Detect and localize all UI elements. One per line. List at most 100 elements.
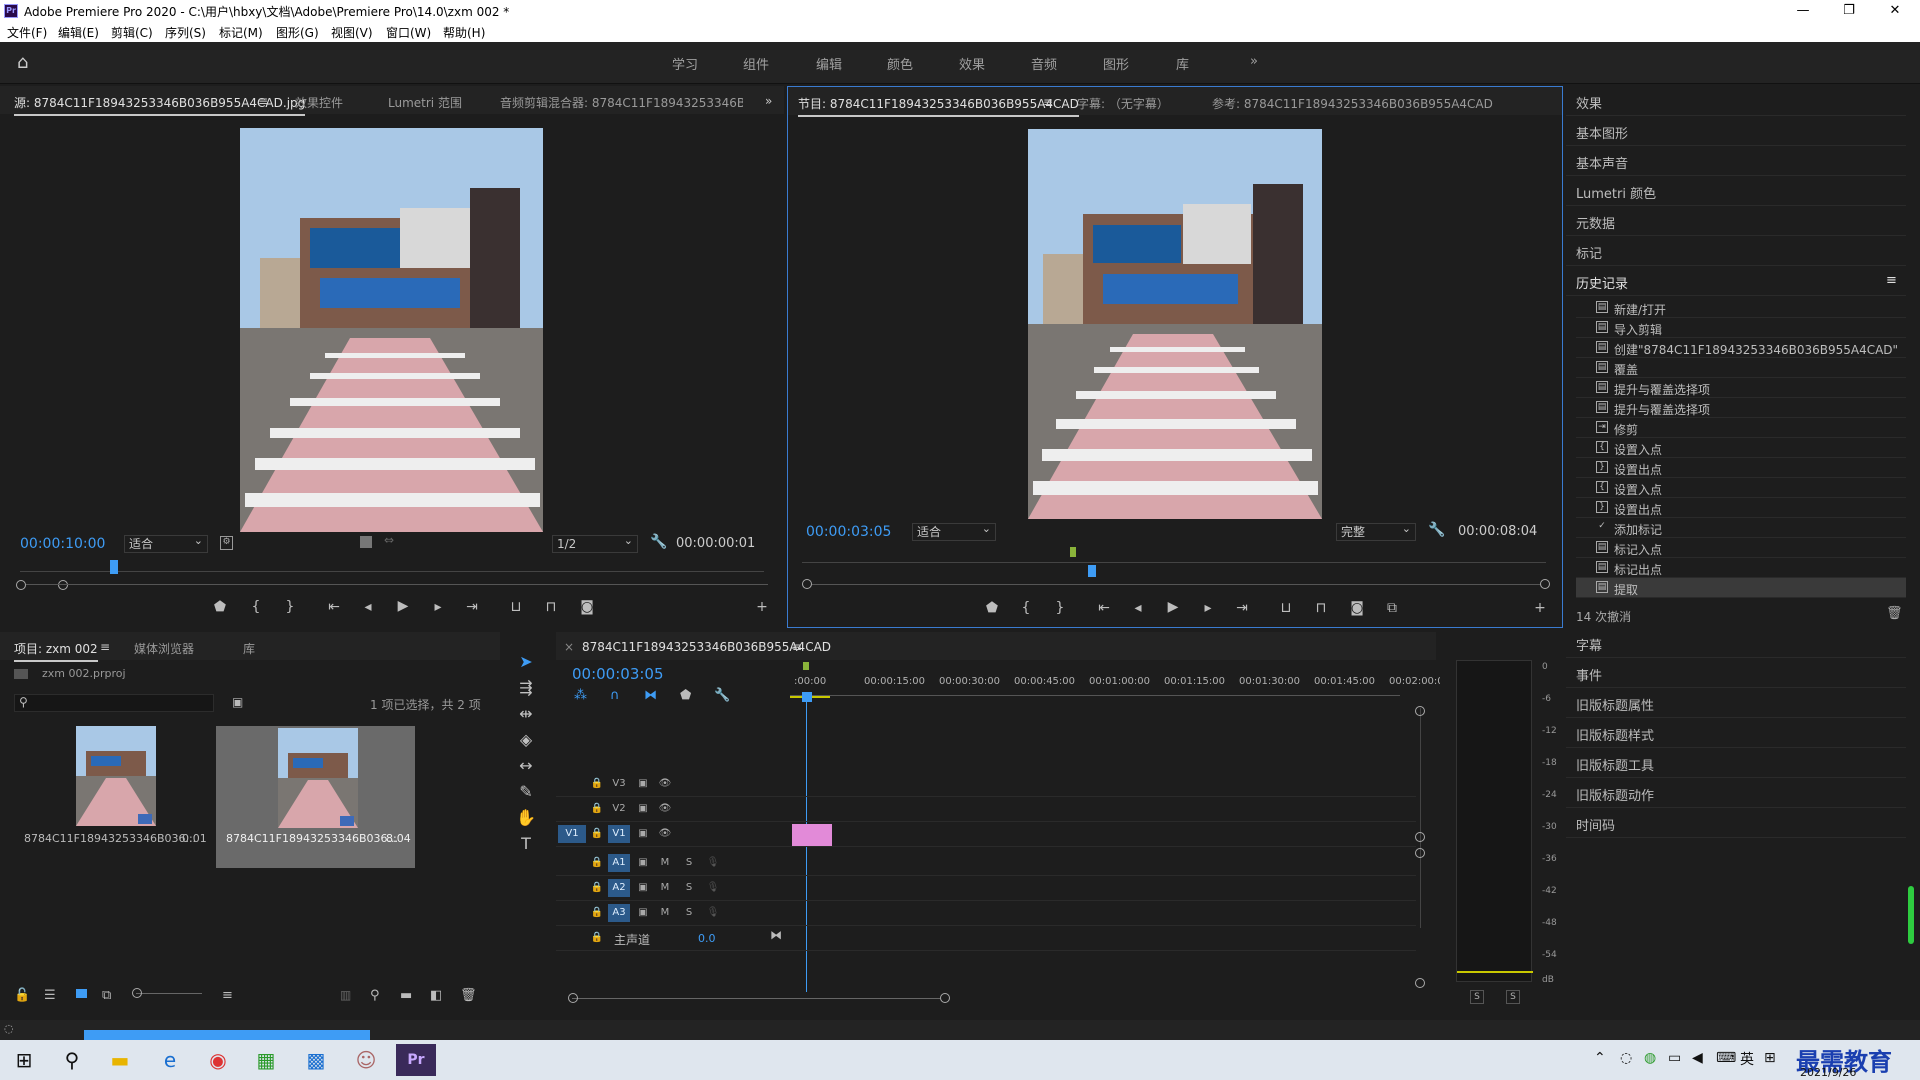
file-explorer-icon[interactable]: ▬ — [100, 1044, 140, 1076]
edge-browser-icon[interactable]: e — [150, 1044, 190, 1076]
mute-button[interactable]: M — [654, 904, 676, 922]
panel-history[interactable]: 历史记录 ≡ — [1566, 266, 1906, 296]
sync-lock-icon[interactable]: ▣ — [632, 854, 654, 872]
timeline-clip[interactable] — [792, 824, 832, 846]
workspace-libraries[interactable]: 库 — [1176, 54, 1189, 73]
zoom-handle-right[interactable] — [940, 993, 950, 1003]
new-item-icon[interactable]: ◧ — [430, 988, 442, 1003]
lock-icon[interactable]: 🔒 — [586, 854, 608, 872]
eye-icon[interactable]: 👁 — [654, 775, 676, 793]
tray-chevron-icon[interactable]: ⌃ — [1594, 1050, 1606, 1066]
type-tool-icon[interactable]: T — [514, 832, 538, 856]
network-icon[interactable]: ▭ — [1668, 1050, 1681, 1066]
project-item[interactable]: 8784C11F18943253346B036... 0:01 — [14, 724, 210, 864]
timeline-ruler[interactable]: :00:00 00:00:15:00 00:00:30:00 00:00:45:… — [790, 676, 1444, 698]
tab-media-browser[interactable]: 媒体浏览器 — [134, 640, 194, 657]
tab-audio-clip-mixer[interactable]: 音频剪辑混合器: 8784C11F18943253346B036 — [500, 94, 743, 111]
lift-icon[interactable]: ⊔ — [1276, 600, 1296, 616]
tab-effect-controls[interactable]: 效果控件 — [295, 94, 343, 111]
track-label[interactable]: V1 — [608, 825, 630, 843]
solo-button[interactable]: S — [678, 904, 700, 922]
panel-legacy-title-tools[interactable]: 旧版标题工具 — [1566, 748, 1906, 778]
zoom-slider[interactable] — [136, 993, 202, 994]
search-icon[interactable]: ⚲ — [52, 1044, 92, 1076]
razor-tool-icon[interactable]: ◈ — [514, 728, 538, 752]
solo-right-button[interactable]: S — [1506, 990, 1520, 1004]
list-item[interactable]: ▤ 提升与覆盖选择项 — [1576, 398, 1906, 418]
step-forward-icon[interactable]: ▸ — [428, 599, 448, 615]
project-search-input[interactable]: ⚲ — [14, 694, 214, 712]
lock-icon[interactable]: 🔒 — [586, 775, 608, 793]
source-patch-v1[interactable]: V1 — [558, 825, 586, 843]
panel-essential-sound[interactable]: 基本声音 — [1566, 146, 1906, 176]
panel-lumetri-color[interactable]: Lumetri 颜色 — [1566, 176, 1906, 206]
button-editor-icon[interactable]: + — [752, 599, 772, 615]
list-item[interactable]: ▤ 提升与覆盖选择项 — [1576, 378, 1906, 398]
timeline-playhead-head[interactable] — [802, 692, 812, 702]
add-marker-icon[interactable]: ⬟ — [210, 599, 230, 615]
eye-icon[interactable]: 👁 — [654, 825, 676, 843]
settings-icon[interactable]: ⚙ — [220, 536, 233, 550]
step-back-icon[interactable]: ◂ — [1128, 600, 1148, 616]
play-icon[interactable]: ▶ — [393, 598, 413, 614]
track-a1[interactable]: 🔒 A1 ▣ M S 🎙 — [556, 851, 1416, 876]
solo-button[interactable]: S — [678, 879, 700, 897]
mic-icon[interactable]: 🎙 — [702, 904, 724, 922]
vertical-scrollbar[interactable] — [1420, 708, 1421, 928]
eye-icon[interactable]: 👁 — [654, 800, 676, 818]
zoom-bar[interactable] — [26, 584, 768, 585]
mute-button[interactable]: M — [654, 854, 676, 872]
panel-markers[interactable]: 标记 — [1566, 236, 1906, 266]
insert-icon[interactable] — [360, 536, 372, 548]
mute-button[interactable]: M — [654, 879, 676, 897]
zoom-handle-right[interactable] — [58, 580, 68, 590]
scroll-handle[interactable] — [1415, 706, 1425, 716]
scroll-indicator[interactable] — [1908, 886, 1914, 944]
sort-icon[interactable]: ≡ — [222, 988, 233, 1003]
automate-icon[interactable]: ▥ — [340, 988, 351, 1002]
insert-button-icon[interactable]: ⊔ — [506, 599, 526, 615]
menu-help[interactable]: 帮助(H) — [443, 24, 485, 41]
trash-icon[interactable]: 🗑 — [1886, 606, 1903, 621]
workspace-editing[interactable]: 编辑 — [816, 54, 842, 73]
source-time-ruler[interactable] — [20, 562, 764, 572]
button-editor-icon[interactable]: + — [1530, 600, 1550, 616]
solo-button[interactable]: S — [678, 854, 700, 872]
panel-menu-icon[interactable]: ≡ — [1886, 273, 1897, 288]
wrench-icon[interactable]: 🔧 — [1428, 522, 1445, 538]
app-icon[interactable]: ▩ — [296, 1044, 336, 1076]
track-select-tool-icon[interactable]: ⇶ — [514, 676, 538, 700]
list-item[interactable]: } 设置出点 — [1576, 458, 1906, 478]
add-marker-icon[interactable]: ⬟ — [680, 688, 691, 703]
panel-essential-graphics[interactable]: 基本图形 — [1566, 116, 1906, 146]
scroll-handle[interactable] — [1415, 978, 1425, 988]
track-label[interactable]: A2 — [608, 879, 630, 897]
nest-toggle-icon[interactable]: ⁂ — [574, 688, 587, 703]
step-forward-icon[interactable]: ▸ — [1198, 600, 1218, 616]
sync-lock-icon[interactable]: ▣ — [632, 825, 654, 843]
workspace-graphics[interactable]: 图形 — [1103, 54, 1129, 73]
close-sequence-icon[interactable]: × — [564, 640, 574, 654]
source-resolution-select[interactable]: 1/2 — [552, 533, 638, 553]
panel-events[interactable]: 事件 — [1566, 658, 1906, 688]
zoom-bar[interactable] — [812, 584, 1540, 585]
hand-tool-icon[interactable]: ✋ — [514, 806, 538, 830]
export-frame-icon[interactable]: ◙ — [1347, 600, 1367, 616]
sync-lock-icon[interactable]: ▣ — [632, 904, 654, 922]
mic-icon[interactable]: 🎙 — [702, 854, 724, 872]
go-to-in-icon[interactable]: ⇤ — [324, 599, 344, 615]
scroll-handle[interactable] — [1415, 848, 1425, 858]
source-playhead[interactable] — [110, 560, 118, 574]
track-v1[interactable]: V1 🔒 V1 ▣ 👁 — [556, 822, 1416, 847]
comparison-view-icon[interactable]: ⧉ — [1382, 600, 1402, 616]
mark-in-icon[interactable]: { — [1016, 600, 1036, 616]
track-label[interactable]: V3 — [608, 775, 630, 793]
tray-app-icon[interactable]: ◍ — [1644, 1050, 1656, 1066]
go-to-out-icon[interactable]: ⇥ — [1232, 600, 1252, 616]
tab-captions[interactable]: 字幕: （无字幕） — [1077, 95, 1169, 112]
list-item[interactable]: ✓ 添加标记 — [1576, 518, 1906, 538]
panel-legacy-title-styles[interactable]: 旧版标题样式 — [1566, 718, 1906, 748]
sync-lock-icon[interactable]: ▣ — [632, 879, 654, 897]
zoom-slider-handle[interactable] — [132, 988, 142, 998]
step-back-icon[interactable]: ◂ — [358, 599, 378, 615]
